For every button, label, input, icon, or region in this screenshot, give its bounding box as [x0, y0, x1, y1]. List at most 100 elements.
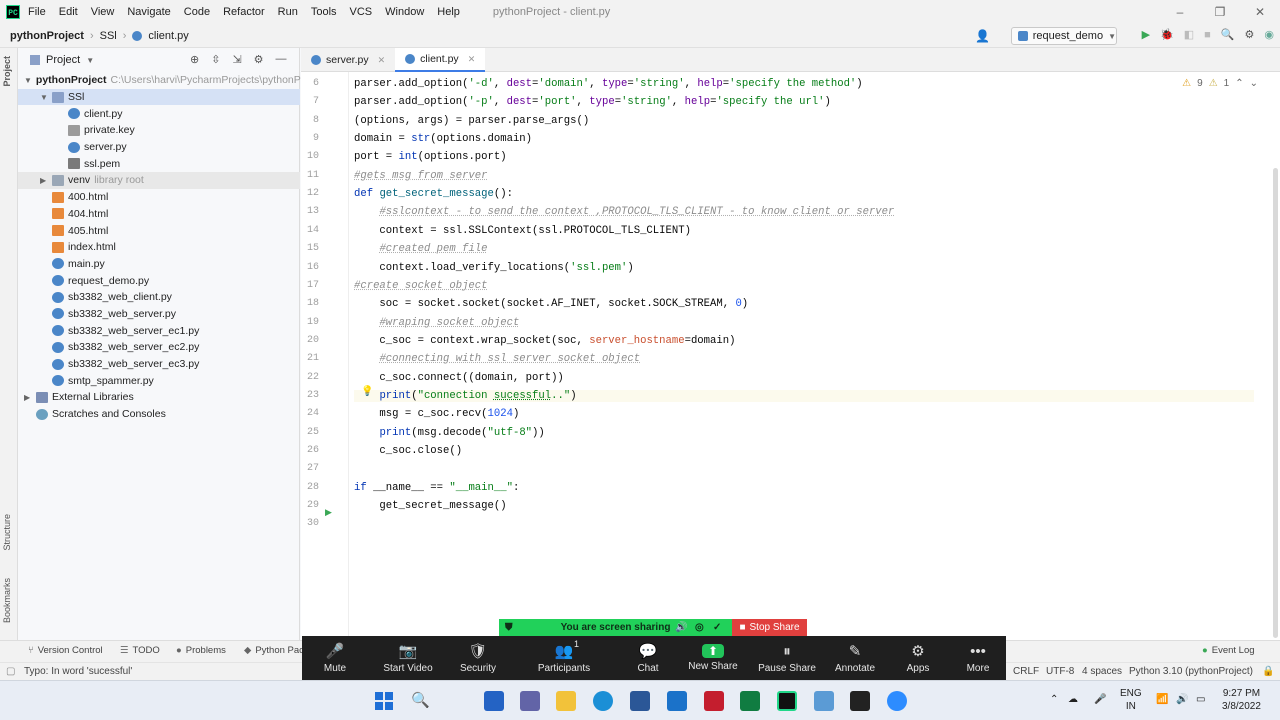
locate-icon[interactable]: ⊕ [190, 53, 199, 66]
code-line[interactable]: port = int(options.port) [354, 151, 507, 163]
menu-item-refactor[interactable]: Refactor [223, 6, 265, 18]
zoom-participants-button[interactable]: 👥 1 Participants [534, 636, 594, 680]
menu-item-view[interactable]: View [91, 6, 115, 18]
version-control-tab[interactable]: ⑂ Version Control [28, 645, 103, 656]
coverage-icon[interactable]: ◧ [1184, 28, 1194, 41]
code-line[interactable]: print(msg.decode("utf-8")) [354, 427, 544, 439]
lock-icon[interactable]: 🔒 [1262, 666, 1274, 677]
calculator-icon[interactable] [814, 691, 834, 711]
python-packages-tab[interactable]: ◆ Python Pac [244, 645, 304, 656]
battery-icon[interactable]: ▭ [1196, 693, 1205, 706]
code-line[interactable]: c_soc = context.wrap_socket(soc, server_… [354, 335, 735, 347]
zoom-security-button[interactable]: 🛡 Security [448, 636, 508, 680]
user-icon[interactable]: 👤 [975, 29, 990, 43]
tree-item[interactable]: client.py [18, 105, 300, 122]
tree-item[interactable]: sb3382_web_server_ec2.py [18, 339, 300, 356]
code-line[interactable]: #wraping socket object [354, 317, 519, 329]
code-line[interactable]: domain = str(options.domain) [354, 133, 532, 145]
bookmarks-tool-tab[interactable]: Bookmarks [2, 578, 12, 623]
code-area[interactable]: parser.add_option('-d', dest='domain', t… [354, 72, 1254, 640]
close-icon[interactable]: ✕ [378, 55, 386, 66]
zoom-pause-share-button[interactable]: ⏸ Pause Share [757, 636, 817, 680]
menu-item-edit[interactable]: Edit [59, 6, 78, 18]
collapse-all-icon[interactable]: ⇲ [232, 53, 241, 66]
debug-icon[interactable]: 🐞 [1160, 28, 1174, 41]
stop-share-button[interactable]: ■ Stop Share [732, 619, 807, 636]
code-line[interactable]: #sslcontext - to send the context ,PROTO… [354, 206, 894, 218]
menu-item-help[interactable]: Help [437, 6, 460, 18]
inspection-widget[interactable]: ⚠ 9 ⚠ 1 ⌃ ⌄ [1182, 78, 1258, 89]
file-explorer-icon[interactable] [556, 691, 576, 711]
terminal-icon[interactable] [850, 691, 870, 711]
code-line[interactable]: #created pem file [354, 243, 487, 255]
zoom-annotate-button[interactable]: ✎ Annotate [825, 636, 885, 680]
search-icon[interactable]: 🔍 [411, 691, 431, 711]
teams-icon[interactable] [520, 691, 540, 711]
tree-item[interactable]: ▶ External Libraries [18, 389, 300, 406]
code-line[interactable]: def get_secret_message(): [354, 188, 513, 200]
minimize-button[interactable]: – [1160, 0, 1200, 24]
code-line[interactable]: c_soc.connect((domain, port)) [354, 372, 563, 384]
wifi-icon[interactable]: 📶 [1156, 693, 1168, 706]
sharing-indicator[interactable]: ⛊ You are screen sharing 🔊 ◎ ✓ [499, 619, 732, 636]
breadcrumb-file[interactable]: client.py [148, 30, 188, 42]
breadcrumb-folder[interactable]: SSl [100, 30, 117, 42]
tree-item[interactable]: index.html [18, 239, 300, 256]
tree-item[interactable]: 400.html [18, 189, 300, 206]
project-tool-tab[interactable]: Project [2, 56, 12, 87]
tree-item[interactable]: sb3382_web_server_ec1.py [18, 322, 300, 339]
menu-item-vcs[interactable]: VCS [350, 6, 373, 18]
chevron-up-icon[interactable]: ⌃ [1050, 693, 1058, 706]
code-line[interactable]: get_secret_message() [354, 500, 506, 512]
run-gutter-icon[interactable]: ▶ [325, 507, 332, 518]
editor-tab[interactable]: server.py ✕ [301, 48, 395, 72]
zoom-apps-button[interactable]: ⚙ Apps [888, 636, 948, 680]
tree-item[interactable]: smtp_spammer.py [18, 372, 300, 389]
tree-root[interactable]: ▼ pythonProject C:\Users\harvi\PycharmPr… [18, 72, 301, 89]
search-icon[interactable]: 🔍 [1221, 28, 1235, 41]
tree-item[interactable]: sb3382_web_server_ec3.py [18, 356, 300, 373]
tree-item[interactable]: sb3382_web_client.py [18, 289, 300, 306]
tree-item[interactable]: main.py [18, 256, 300, 273]
indent-setting[interactable]: 4 spaces [1082, 666, 1122, 677]
tree-item[interactable]: request_demo.py [18, 272, 300, 289]
code-line[interactable]: soc = socket.socket(socket.AF_INET, sock… [354, 298, 748, 310]
menu-item-window[interactable]: Window [385, 6, 424, 18]
run-config-select[interactable]: request_demo ▼ [1011, 27, 1117, 45]
run-icon[interactable]: ▶ [1142, 28, 1150, 41]
line-separator[interactable]: CRLF [1013, 666, 1039, 677]
structure-tool-tab[interactable]: Structure [2, 514, 12, 551]
jetbrains-icon[interactable]: ◉ [1264, 28, 1274, 41]
volume-icon[interactable]: 🔊 [1176, 693, 1188, 706]
tree-item[interactable]: Scratches and Consoles [18, 406, 300, 423]
file-encoding[interactable]: UTF-8 [1046, 666, 1074, 677]
l-app-icon[interactable] [667, 691, 687, 711]
code-line[interactable]: context = ssl.SSLContext(ssl.PROTOCOL_TL… [354, 225, 691, 237]
pycharm-icon[interactable] [777, 691, 797, 711]
menu-item-run[interactable]: Run [278, 6, 298, 18]
project-panel-title[interactable]: Project [46, 54, 80, 66]
code-line[interactable]: (options, args) = parser.parse_args() [354, 115, 589, 127]
code-line[interactable]: msg = c_soc.recv(1024) [354, 408, 519, 420]
tree-item[interactable]: 405.html [18, 222, 300, 239]
store-icon[interactable] [630, 691, 650, 711]
gear-icon[interactable]: ⚙ [1245, 28, 1255, 41]
chevron-down-icon[interactable]: ⌄ [1250, 78, 1258, 89]
lightbulb-icon[interactable]: 💡 [361, 386, 373, 397]
code-line[interactable]: c_soc.close() [354, 445, 462, 457]
chevron-up-icon[interactable]: ⌃ [1235, 78, 1243, 89]
menu-item-file[interactable]: File [28, 6, 46, 18]
zoom-new-share-button[interactable]: ⬆ New Share [683, 636, 743, 680]
microphone-icon[interactable]: 🎤 [1094, 693, 1106, 706]
language-indicator[interactable]: ENG IN [1120, 687, 1142, 713]
tree-item[interactable]: ▶ venv library root [18, 172, 300, 189]
zoom-icon[interactable] [887, 691, 907, 711]
zoom-start-video-button[interactable]: 📷 Start Video [378, 636, 438, 680]
zoom-chat-button[interactable]: 💬 Chat [618, 636, 678, 680]
tree-item[interactable]: server.py [18, 139, 300, 156]
python-interpreter[interactable]: Python 3.10 (pythonProject) [1129, 666, 1253, 677]
editor-tab[interactable]: client.py ✕ [395, 48, 486, 72]
code-line[interactable]: print("connection sucessful..") [354, 389, 1254, 402]
windows-start-icon[interactable] [374, 691, 394, 711]
edge-icon[interactable] [593, 691, 613, 711]
